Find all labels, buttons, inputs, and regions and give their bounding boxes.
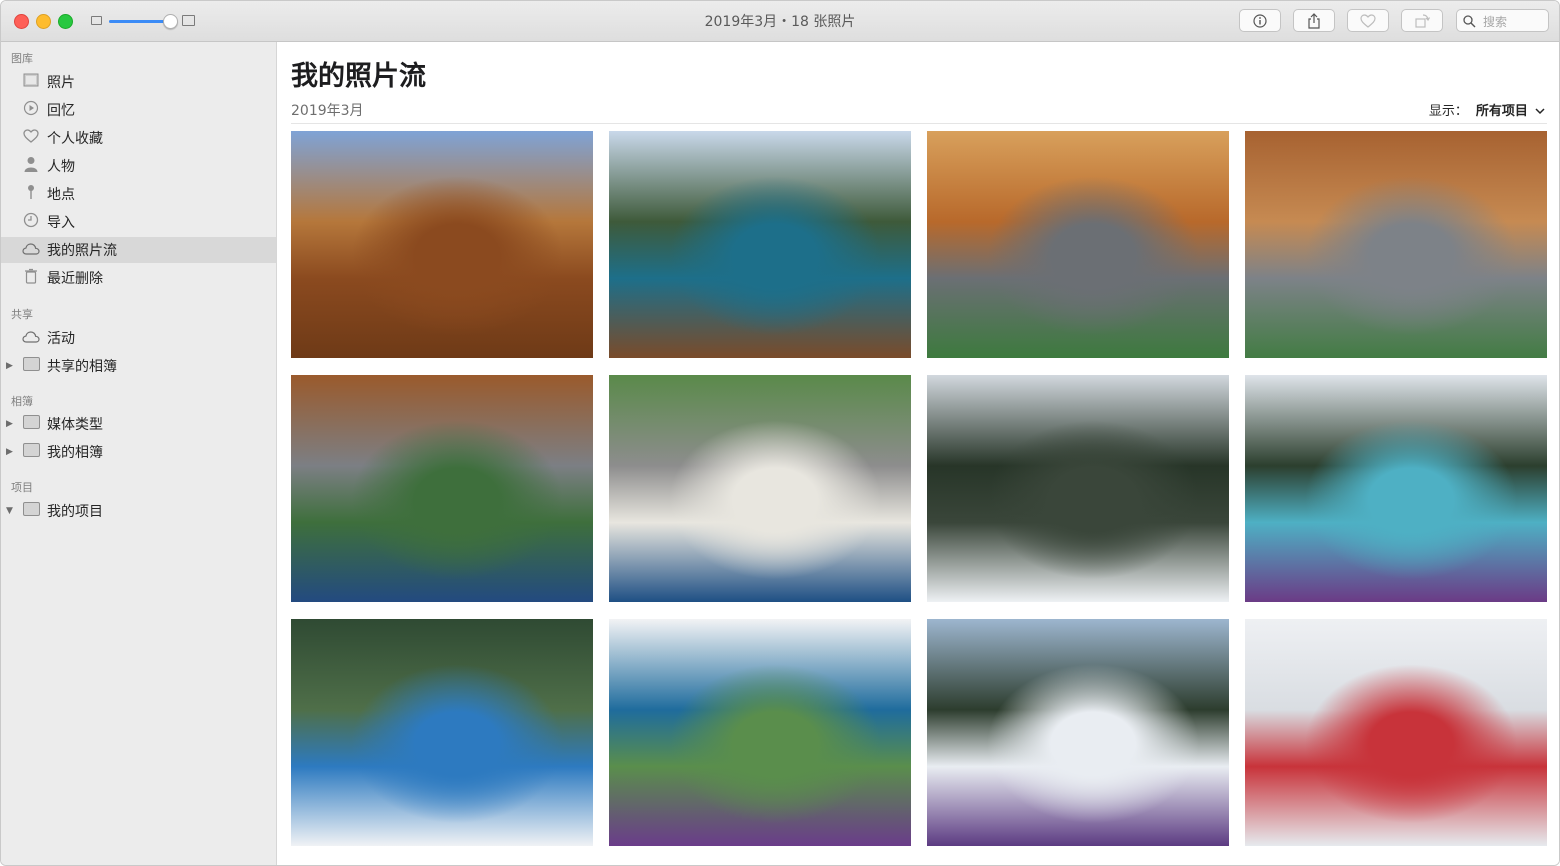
clock-icon <box>21 212 41 232</box>
show-filter[interactable]: 显示： 所有项目 <box>1429 100 1545 119</box>
folder-icon <box>21 443 41 461</box>
cloud-icon <box>21 241 41 259</box>
sidebar-item-label: 地点 <box>47 187 75 203</box>
folder-icon <box>21 502 41 520</box>
sidebar-item[interactable]: 回忆 <box>1 97 276 123</box>
sidebar-item[interactable]: ▶ 共享的相簿 <box>1 353 276 379</box>
memories-icon <box>21 100 41 120</box>
sidebar-item-label: 人物 <box>47 159 75 175</box>
sidebar-item[interactable]: ▼ 我的项目 <box>1 498 276 524</box>
share-button[interactable] <box>1293 9 1335 32</box>
photo-thumbnail-boy-with-marshmallow-mug[interactable] <box>291 375 593 602</box>
date-heading: 2019年3月 <box>291 103 364 119</box>
sidebar-item-label: 我的照片流 <box>47 243 117 259</box>
person-icon <box>21 156 41 176</box>
disclosure-collapsed-icon[interactable]: ▶ <box>6 447 13 457</box>
heart-icon <box>1360 13 1376 28</box>
sidebar-section-heading: 共享 <box>11 308 33 321</box>
photo-thumbnail-family-in-snow[interactable] <box>291 619 593 846</box>
photo-thumbnail-girl-colorful-beanie[interactable] <box>1245 375 1547 602</box>
sidebar-item[interactable]: 最近删除 <box>1 265 276 291</box>
photo-thumbnail-boy-drinking-closeup[interactable] <box>927 131 1229 358</box>
disclosure-expanded-icon[interactable]: ▼ <box>6 506 13 516</box>
disclosure-collapsed-icon[interactable]: ▶ <box>6 419 13 429</box>
sidebar-item-label: 媒体类型 <box>47 417 103 433</box>
photo-thumbnail-snowshoe-forest[interactable] <box>927 375 1229 602</box>
show-filter-label: 显示： <box>1428 104 1468 119</box>
photos-icon <box>21 73 41 91</box>
search-input[interactable] <box>1481 12 1549 31</box>
rotate-button[interactable] <box>1401 9 1443 32</box>
photo-thumbnail-boy-smiling-jacket[interactable] <box>1245 131 1547 358</box>
sidebar-item[interactable]: 个人收藏 <box>1 125 276 151</box>
sidebar: 图库照片回忆个人收藏人物地点导入我的照片流最近删除共享活动 ▶ 共享的相簿相簿 ▶ 媒体… <box>1 42 277 865</box>
page-title: 我的照片流 <box>291 61 426 92</box>
favorite-button[interactable] <box>1347 9 1389 32</box>
photo-thumbnail-snowshoe-meadow[interactable] <box>927 619 1229 846</box>
photo-thumbnail-kids-on-cabin-deck[interactable] <box>291 131 593 358</box>
cloud-icon <box>21 329 41 347</box>
sidebar-item-label: 回忆 <box>47 103 75 119</box>
sidebar-item-label: 活动 <box>47 331 75 347</box>
sidebar-item-label: 个人收藏 <box>47 131 103 147</box>
disclosure-collapsed-icon[interactable]: ▶ <box>6 361 13 371</box>
main-content: 我的照片流 2019年3月 显示： 所有项目 <box>277 42 1559 865</box>
photo-thumbnail-family-lying-in-snow[interactable] <box>609 619 911 846</box>
info-button[interactable] <box>1239 9 1281 32</box>
sidebar-item[interactable]: 照片 <box>1 69 276 95</box>
pin-icon <box>21 184 41 204</box>
sidebar-item-label: 共享的相簿 <box>47 359 117 375</box>
sidebar-section-heading: 项目 <box>11 481 33 494</box>
title-bar: 2019年3月・18 张照片 <box>1 1 1559 42</box>
sidebar-item[interactable]: 人物 <box>1 153 276 179</box>
sidebar-section-heading: 相簿 <box>11 395 33 408</box>
rotate-icon <box>1415 13 1430 28</box>
chevron-down-icon[interactable] <box>1535 108 1545 115</box>
sidebar-item-label: 导入 <box>47 215 75 231</box>
heart-icon <box>21 129 41 147</box>
photo-thumbnail-kids-in-deep-snow[interactable] <box>1245 619 1547 846</box>
sidebar-item-label: 我的相簿 <box>47 445 103 461</box>
show-filter-value[interactable]: 所有项目 <box>1476 104 1528 119</box>
folder-icon <box>21 415 41 433</box>
sidebar-item-label: 我的项目 <box>47 504 103 520</box>
sidebar-item[interactable]: 活动 <box>1 325 276 351</box>
info-icon <box>1253 13 1267 28</box>
photo-thumbnail-girl-drinking-forest[interactable] <box>609 131 911 358</box>
trash-icon <box>21 268 41 288</box>
share-icon <box>1308 12 1320 29</box>
folder-icon <box>21 357 41 375</box>
search-icon <box>1463 15 1476 28</box>
sidebar-item[interactable]: 我的照片流 <box>1 237 276 263</box>
header-divider <box>291 123 1547 124</box>
sidebar-item-label: 最近删除 <box>47 271 103 287</box>
sidebar-item-label: 照片 <box>47 75 75 91</box>
sidebar-item[interactable]: ▶ 我的相簿 <box>1 439 276 465</box>
sidebar-section-heading: 图库 <box>11 52 33 65</box>
photo-thumbnail-marshmallow-mug-overhead[interactable] <box>609 375 911 602</box>
photos-window: 2019年3月・18 张照片 搜索 图库 照片 回忆 个人收藏 人物 地点 导入… <box>0 0 1560 866</box>
sidebar-item[interactable]: 导入 <box>1 209 276 235</box>
sidebar-item[interactable]: 地点 <box>1 181 276 207</box>
search-field[interactable] <box>1456 9 1549 32</box>
sidebar-item[interactable]: ▶ 媒体类型 <box>1 411 276 437</box>
